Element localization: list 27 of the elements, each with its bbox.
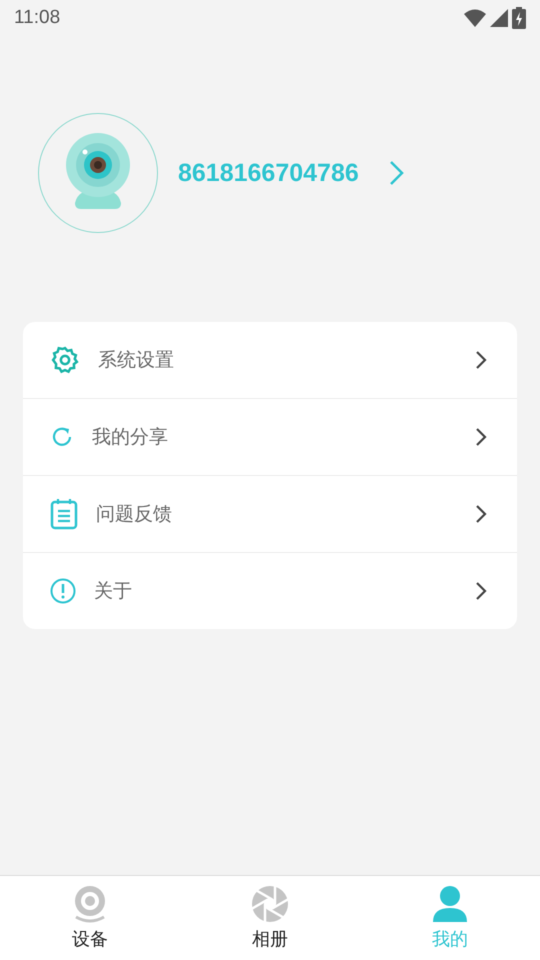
signal-icon — [490, 9, 508, 27]
menu-label: 关于 — [94, 579, 133, 604]
menu-item[interactable]: 我的分享 — [23, 399, 517, 476]
menu-item[interactable]: 关于 — [23, 553, 517, 629]
nav-tab[interactable]: 设备 — [0, 876, 180, 960]
refresh-icon — [50, 425, 74, 449]
nav-tab[interactable]: 相册 — [180, 876, 360, 960]
avatar[interactable] — [38, 113, 158, 233]
wifi-icon — [464, 9, 486, 27]
menu-label: 系统设置 — [98, 348, 175, 373]
info-icon — [50, 578, 76, 604]
battery-icon — [512, 7, 526, 29]
notepad-icon — [50, 498, 78, 530]
person-icon — [431, 885, 469, 923]
aperture-icon — [251, 885, 289, 923]
menu-label: 我的分享 — [92, 425, 169, 450]
menu-item[interactable]: 系统设置 — [23, 322, 517, 399]
chevron-right-icon — [475, 350, 487, 370]
camera-icon — [72, 885, 108, 923]
chevron-right-icon[interactable] — [388, 160, 405, 186]
menu-label: 问题反馈 — [96, 502, 173, 527]
chevron-right-icon — [475, 581, 487, 601]
chevron-right-icon — [475, 504, 487, 524]
menu-item[interactable]: 问题反馈 — [23, 476, 517, 553]
status-time: 11:08 — [14, 7, 60, 29]
chevron-right-icon — [475, 427, 487, 447]
gear-icon — [50, 345, 80, 375]
